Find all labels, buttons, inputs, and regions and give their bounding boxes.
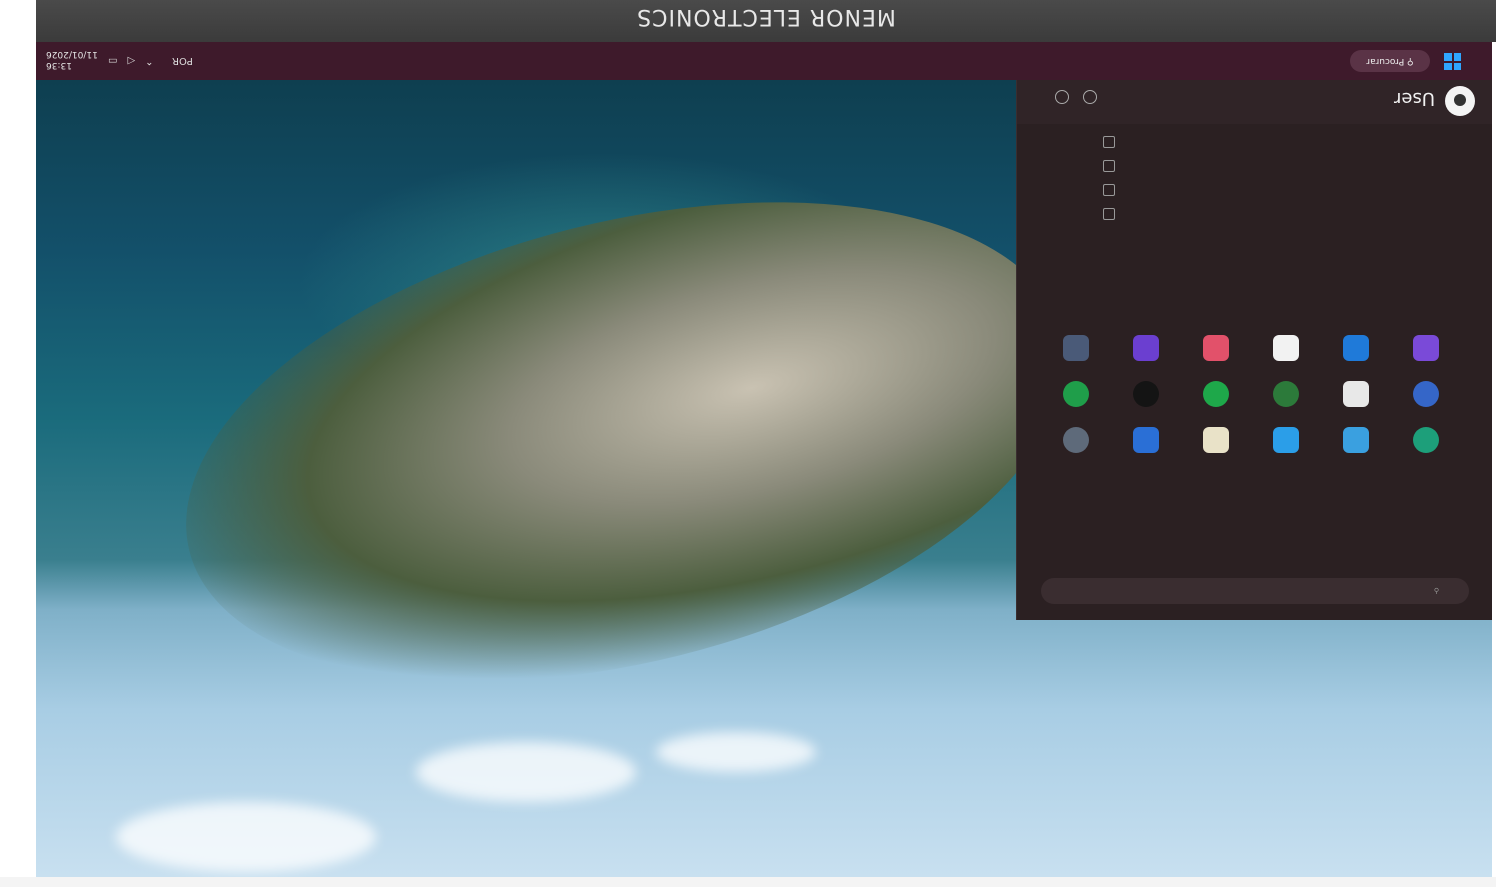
monitor-bezel-left xyxy=(0,0,36,887)
app-icon xyxy=(1063,427,1089,453)
search-placeholder: Procurar xyxy=(1366,56,1405,66)
app-tile[interactable] xyxy=(1251,381,1321,407)
app-tile[interactable] xyxy=(1111,381,1181,407)
app-tile[interactable] xyxy=(1391,427,1461,453)
system-tray[interactable]: ⌃ ◁ ▭ xyxy=(108,55,154,66)
quick-actions xyxy=(1017,130,1177,226)
avatar[interactable] xyxy=(1445,86,1475,116)
app-tile[interactable] xyxy=(1041,427,1111,453)
app-tile[interactable] xyxy=(1111,427,1181,453)
monitor-bezel-bottom xyxy=(0,877,1496,887)
settings-icon[interactable] xyxy=(1083,90,1097,104)
app-tile[interactable] xyxy=(1391,381,1461,407)
app-tile[interactable] xyxy=(1181,381,1251,407)
app-icon xyxy=(1203,335,1229,361)
battery-icon[interactable]: ▭ xyxy=(108,55,117,66)
app-tile[interactable] xyxy=(1041,381,1111,407)
user-name[interactable]: User xyxy=(1394,88,1435,109)
monitor-bezel-top: MENOR ELECTRONICS xyxy=(36,0,1496,42)
app-tile[interactable] xyxy=(1041,335,1111,361)
wallpaper-cloud xyxy=(656,732,816,772)
screen: 13:36 11/01/2026 ⌃ ◁ ▭ POR ⚲ Procurar Us… xyxy=(36,42,1492,877)
app-tile[interactable] xyxy=(1321,335,1391,361)
app-icon xyxy=(1413,381,1439,407)
search-icon: ⚲ xyxy=(1433,587,1439,595)
app-icon xyxy=(1413,427,1439,453)
app-icon xyxy=(1273,381,1299,407)
volume-icon[interactable]: ◁ xyxy=(127,55,135,66)
taskbar: 13:36 11/01/2026 ⌃ ◁ ▭ POR ⚲ Procurar xyxy=(36,42,1492,80)
windows-logo-icon[interactable] xyxy=(1444,53,1461,70)
app-icon xyxy=(1413,335,1439,361)
quick-item[interactable] xyxy=(1017,154,1177,178)
quick-item[interactable] xyxy=(1017,178,1177,202)
clock-time: 13:36 xyxy=(46,60,72,70)
app-icon xyxy=(1203,427,1229,453)
monitor-bezel-right xyxy=(1492,0,1496,887)
sign-out-icon xyxy=(1103,208,1115,220)
app-icon xyxy=(1133,335,1159,361)
power-controls xyxy=(1055,90,1097,104)
clock-date: 11/01/2026 xyxy=(46,49,98,59)
search-icon: ⚲ xyxy=(1404,56,1414,66)
monitor-brand: MENOR ELECTRONICS xyxy=(636,4,896,29)
app-icon xyxy=(1343,335,1369,361)
app-icon xyxy=(1133,427,1159,453)
app-icon xyxy=(1063,335,1089,361)
user-row: User xyxy=(1017,80,1492,124)
start-menu: User ⚲ xyxy=(1016,80,1492,620)
app-tile[interactable] xyxy=(1251,335,1321,361)
app-tile[interactable] xyxy=(1181,427,1251,453)
app-tile[interactable] xyxy=(1111,335,1181,361)
app-icon xyxy=(1343,381,1369,407)
app-grid xyxy=(1041,335,1461,453)
wallpaper-cloud xyxy=(416,742,636,802)
wallpaper-island xyxy=(136,119,1116,765)
app-icon xyxy=(1273,427,1299,453)
app-icon xyxy=(1203,381,1229,407)
sleep-icon xyxy=(1103,160,1115,172)
power-icon[interactable] xyxy=(1055,90,1069,104)
restart-icon xyxy=(1103,184,1115,196)
app-icon xyxy=(1133,381,1159,407)
app-tile[interactable] xyxy=(1391,335,1461,361)
app-tile[interactable] xyxy=(1321,427,1391,453)
taskbar-clock[interactable]: 13:36 11/01/2026 xyxy=(46,48,98,70)
start-menu-search[interactable]: ⚲ xyxy=(1041,578,1469,604)
app-tile[interactable] xyxy=(1251,427,1321,453)
app-tile[interactable] xyxy=(1321,381,1391,407)
app-icon xyxy=(1273,335,1299,361)
wifi-icon[interactable]: ⌃ xyxy=(145,55,153,66)
quick-item[interactable] xyxy=(1017,130,1177,154)
taskbar-search[interactable]: ⚲ Procurar xyxy=(1350,50,1430,72)
wallpaper-cloud xyxy=(116,802,376,872)
app-tile[interactable] xyxy=(1181,335,1251,361)
language-indicator[interactable]: POR xyxy=(172,55,193,66)
app-icon xyxy=(1343,427,1369,453)
quick-item[interactable] xyxy=(1017,202,1177,226)
app-icon xyxy=(1063,381,1089,407)
lock-icon xyxy=(1103,136,1115,148)
